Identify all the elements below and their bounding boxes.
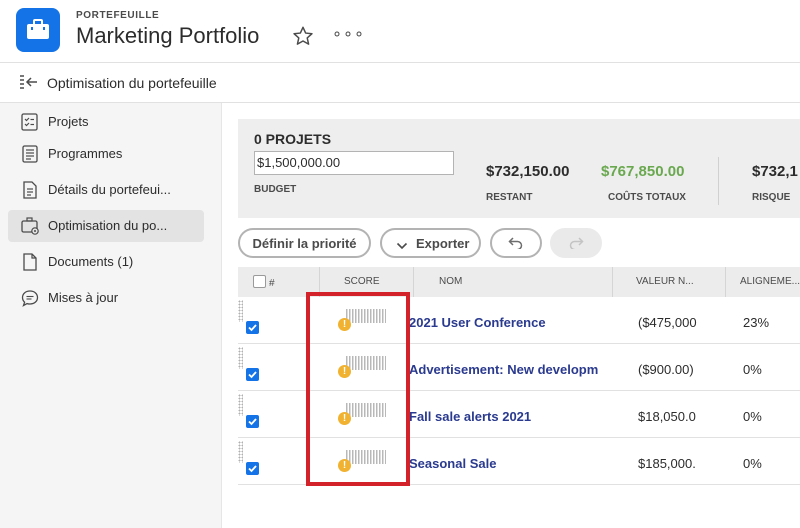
sidebar-item-label: Projets — [48, 114, 89, 129]
score-bars — [346, 356, 386, 370]
project-name-link[interactable]: Fall sale alerts 2021 — [409, 409, 599, 424]
row-checkbox[interactable] — [246, 462, 259, 475]
sidebar-item-label: Programmes — [48, 146, 123, 161]
project-count: 0 PROJETS — [254, 131, 332, 147]
sidebar-item-projets[interactable]: Projets — [8, 106, 204, 138]
alignment-value: 23% — [743, 315, 770, 330]
drag-handle[interactable] — [238, 300, 243, 322]
column-alignment[interactable]: ALIGNEME... — [740, 276, 800, 287]
score-cell: ! — [338, 356, 388, 382]
table-row[interactable]: ! Advertisement: New developm ($900.00) … — [238, 344, 800, 391]
drag-handle[interactable] — [238, 347, 243, 369]
sidebar-item-details[interactable]: Détails du portefeui... — [8, 174, 204, 206]
table-row[interactable]: ! Fall sale alerts 2021 $18,050.0 0% — [238, 391, 800, 438]
row-checkbox[interactable] — [246, 321, 259, 334]
table-row[interactable]: ! 2021 User Conference ($475,000 23% — [238, 297, 800, 344]
drag-handle[interactable] — [238, 394, 243, 416]
project-name-link[interactable]: Seasonal Sale — [409, 456, 599, 471]
collapse-sidebar-icon[interactable] — [18, 74, 40, 97]
sidebar: Projets Programmes Détails du portefeui.… — [0, 103, 222, 528]
warning-icon: ! — [338, 412, 351, 425]
budget-input[interactable]: $1,500,000.00 — [254, 151, 454, 175]
column-separator — [612, 267, 613, 297]
redo-button[interactable] — [550, 228, 602, 258]
score-bars — [346, 309, 386, 323]
column-score[interactable]: SCORE — [344, 276, 380, 287]
score-bars — [346, 403, 386, 417]
project-name-link[interactable]: Advertisement: New developm — [409, 362, 599, 377]
restant-value: $732,150.00 — [486, 163, 570, 180]
checklist-icon — [20, 112, 40, 137]
sidebar-item-label: Mises à jour — [48, 290, 119, 305]
section-title: Optimisation du portefeuille — [47, 75, 217, 91]
score-cell: ! — [338, 309, 388, 335]
column-name[interactable]: NOM — [439, 276, 462, 287]
sidebar-item-label: Optimisation du po... — [48, 218, 168, 233]
page-title: Marketing Portfolio — [76, 23, 260, 48]
column-separator — [319, 267, 320, 297]
budget-label: BUDGET — [254, 184, 297, 195]
warning-icon: ! — [338, 459, 351, 472]
score-cell: ! — [338, 450, 388, 476]
warning-icon: ! — [338, 365, 351, 378]
table-row[interactable]: ! Seasonal Sale $185,000. 0% — [238, 438, 800, 485]
risk-label: RISQUE — [752, 192, 791, 203]
set-priority-button[interactable]: Définir la priorité — [238, 228, 371, 258]
sidebar-item-optimisation[interactable]: Optimisation du po... — [8, 210, 204, 242]
project-name-link[interactable]: 2021 User Conference — [409, 315, 599, 330]
file-icon — [20, 252, 40, 277]
column-number: # — [269, 278, 275, 289]
restant-label: RESTANT — [486, 192, 533, 203]
more-options-icon[interactable]: ∘∘∘ — [332, 24, 365, 44]
redo-icon — [569, 237, 584, 249]
sidebar-item-label: Documents (1) — [48, 254, 134, 269]
net-value: $18,050.0 — [638, 409, 696, 424]
risk-value: $732,1 — [752, 163, 798, 180]
select-all-checkbox[interactable] — [253, 275, 266, 288]
score-bars — [346, 450, 386, 464]
app-header: PORTEFEUILLE Marketing Portfolio ∘∘∘ — [0, 0, 800, 63]
column-separator — [725, 267, 726, 297]
total-costs-label: COÛTS TOTAUX — [608, 192, 686, 203]
briefcase-gear-icon — [20, 216, 40, 241]
summary-panel: 0 PROJETS $1,500,000.00 BUDGET $732,150.… — [238, 119, 800, 218]
alignment-value: 0% — [743, 409, 762, 424]
row-checkbox[interactable] — [246, 368, 259, 381]
sidebar-item-label: Détails du portefeui... — [48, 182, 171, 197]
sidebar-item-updates[interactable]: Mises à jour — [8, 282, 204, 314]
alignment-value: 0% — [743, 456, 762, 471]
chevron-down-icon — [396, 238, 408, 256]
chat-icon — [20, 288, 40, 313]
column-value[interactable]: VALEUR N... — [636, 276, 694, 287]
total-costs-value: $767,850.00 — [601, 163, 685, 180]
section-bar: Optimisation du portefeuille — [0, 63, 800, 103]
net-value: ($475,000 — [638, 315, 697, 330]
divider — [718, 157, 719, 205]
column-separator — [413, 267, 414, 297]
sidebar-item-programmes[interactable]: Programmes — [8, 138, 204, 170]
row-checkbox[interactable] — [246, 415, 259, 428]
table-header: # SCORE NOM VALEUR N... ALIGNEME... — [238, 267, 800, 297]
sidebar-item-documents[interactable]: Documents (1) — [8, 246, 204, 278]
drag-handle[interactable] — [238, 441, 243, 463]
undo-button[interactable] — [490, 228, 542, 258]
list-icon — [20, 144, 40, 169]
undo-icon — [508, 237, 523, 249]
net-value: ($900.00) — [638, 362, 694, 377]
document-icon — [20, 180, 40, 205]
net-value: $185,000. — [638, 456, 696, 471]
page-kicker: PORTEFEUILLE — [76, 10, 160, 21]
star-icon[interactable] — [292, 25, 314, 52]
briefcase-icon[interactable] — [16, 8, 60, 52]
alignment-value: 0% — [743, 362, 762, 377]
export-button-label: Exporter — [416, 235, 470, 251]
score-cell: ! — [338, 403, 388, 429]
warning-icon: ! — [338, 318, 351, 331]
